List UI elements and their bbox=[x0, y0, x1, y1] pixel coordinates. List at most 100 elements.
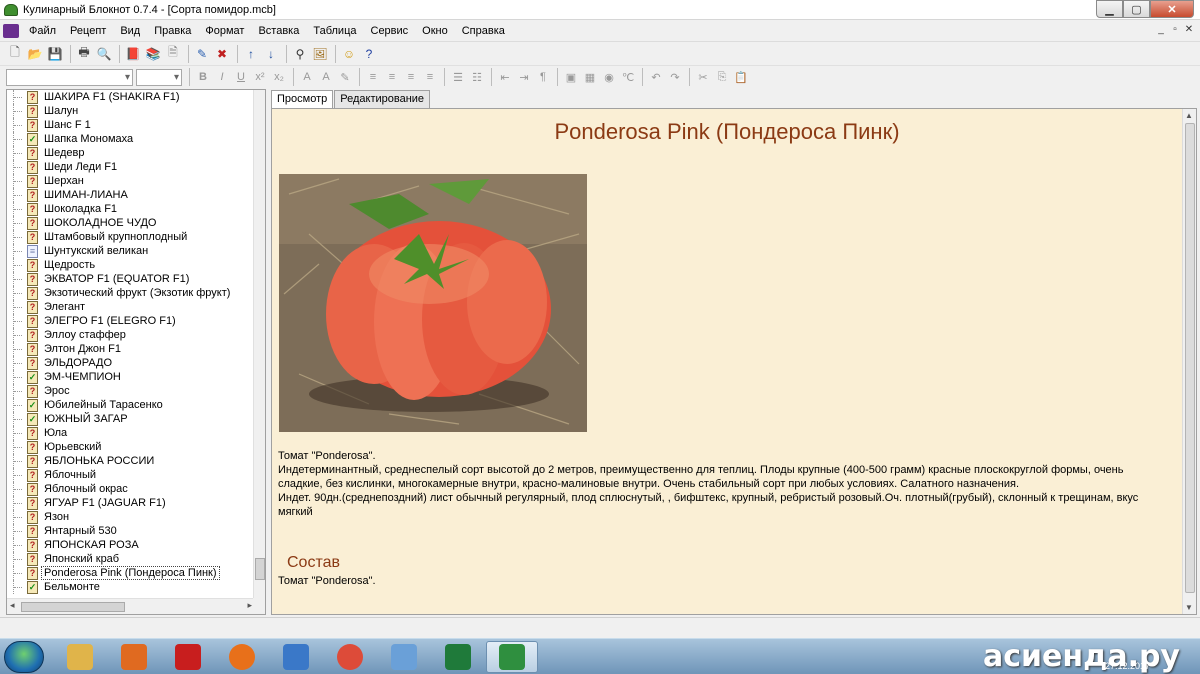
tree-item[interactable]: ✓ Шапка Мономаха bbox=[7, 132, 255, 146]
tab-view[interactable]: Просмотр bbox=[271, 90, 334, 109]
smiley-icon[interactable]: ☺ bbox=[340, 45, 358, 63]
bold-icon[interactable]: B bbox=[194, 68, 212, 86]
taskbar-app[interactable] bbox=[378, 641, 430, 673]
minimize-button[interactable]: ▁ bbox=[1096, 0, 1123, 18]
menu-item[interactable]: Правка bbox=[147, 20, 198, 42]
tree-item[interactable]: ? Юрьевский bbox=[7, 440, 255, 454]
tree-item[interactable]: ? ШИМАН-ЛИАНА bbox=[7, 188, 255, 202]
undo-icon[interactable]: ↶ bbox=[647, 68, 665, 86]
menu-item[interactable]: Формат bbox=[198, 20, 251, 42]
tree-item[interactable]: ? Элегант bbox=[7, 300, 255, 314]
tree-item[interactable]: ? Эллоу стаффер bbox=[7, 328, 255, 342]
tree-item[interactable]: ? Элтон Джон F1 bbox=[7, 342, 255, 356]
tree-item[interactable]: ✓ ЭМ-ЧЕМПИОН bbox=[7, 370, 255, 384]
tree-item[interactable]: ? ШАКИРА F1 (SHAKIRA F1) bbox=[7, 90, 255, 104]
new-file-icon[interactable]: 🗋 bbox=[6, 45, 24, 63]
menu-item[interactable]: Сервис bbox=[364, 20, 416, 42]
content-scrollbar[interactable]: ▲ ▼ bbox=[1182, 109, 1196, 614]
arrow-down-icon[interactable]: ↓ bbox=[262, 45, 280, 63]
font-size-combo[interactable] bbox=[136, 68, 182, 86]
paste-icon[interactable]: 📋 bbox=[732, 68, 750, 86]
tree-horizontal-scrollbar[interactable]: ◂ ▸ bbox=[7, 598, 255, 614]
menu-item[interactable]: Справка bbox=[455, 20, 512, 42]
align-left-icon[interactable]: ≡ bbox=[364, 68, 382, 86]
open-folder-icon[interactable]: 📂 bbox=[26, 45, 44, 63]
tree-item[interactable]: ? ЯГУАР F1 (JAGUAR F1) bbox=[7, 496, 255, 510]
tree-item[interactable]: ? Штамбовый крупноплодный bbox=[7, 230, 255, 244]
tree-item[interactable]: ? Шоколадка F1 bbox=[7, 202, 255, 216]
recipe-tree[interactable]: ? ШАКИРА F1 (SHAKIRA F1)? Шалун? Шанс F 1 ✓ Ш… bbox=[6, 89, 266, 615]
delete-icon[interactable]: ✖ bbox=[213, 45, 231, 63]
font-size-icon[interactable]: A bbox=[298, 68, 316, 86]
insert-special-icon[interactable]: ℃ bbox=[619, 68, 637, 86]
content-scroll-thumb[interactable] bbox=[1185, 123, 1195, 593]
save-icon[interactable]: 💾 bbox=[46, 45, 64, 63]
tree-item[interactable]: ? Яблочный bbox=[7, 468, 255, 482]
italic-icon[interactable]: I bbox=[213, 68, 231, 86]
tree-item[interactable]: ? Щедрость bbox=[7, 258, 255, 272]
book-icon[interactable]: 📕 bbox=[124, 45, 142, 63]
mdi-close-button[interactable]: ✕ bbox=[1182, 23, 1196, 37]
mdi-minimize-button[interactable]: _ bbox=[1154, 23, 1168, 37]
font-color-icon[interactable]: A bbox=[317, 68, 335, 86]
indent-icon[interactable]: ⇥ bbox=[515, 68, 533, 86]
document-menu-icon[interactable] bbox=[3, 23, 19, 38]
insert-table-icon[interactable]: ▦ bbox=[581, 68, 599, 86]
taskbar-app[interactable] bbox=[486, 641, 538, 673]
tree-item[interactable]: ? ЯБЛОНЬКА РОССИИ bbox=[7, 454, 255, 468]
redo-icon[interactable]: ↷ bbox=[666, 68, 684, 86]
tree-item[interactable]: ✓ Бельмонте bbox=[7, 580, 255, 594]
taskbar-app[interactable] bbox=[270, 641, 322, 673]
tree-item[interactable]: ✓ Юбилейный Тарасенко bbox=[7, 398, 255, 412]
tree-item[interactable]: ? Яблочный окрас bbox=[7, 482, 255, 496]
subscript-icon[interactable]: x₂ bbox=[270, 68, 288, 86]
highlight-icon[interactable]: ✎ bbox=[336, 68, 354, 86]
tree-item[interactable]: ? Шедевр bbox=[7, 146, 255, 160]
edit-icon[interactable]: ✎ bbox=[193, 45, 211, 63]
copy-icon[interactable]: ⎘ bbox=[713, 68, 731, 86]
tree-item[interactable]: ? Эрос bbox=[7, 384, 255, 398]
scroll-up-icon[interactable]: ▲ bbox=[1185, 111, 1193, 120]
taskbar-app[interactable] bbox=[54, 641, 106, 673]
paragraph-icon[interactable]: ¶ bbox=[534, 68, 552, 86]
menu-item[interactable]: Файл bbox=[22, 20, 63, 42]
tree-item[interactable]: ? Юла bbox=[7, 426, 255, 440]
close-button[interactable]: ✕ bbox=[1150, 0, 1194, 18]
insert-image-icon[interactable]: ▣ bbox=[562, 68, 580, 86]
outdent-icon[interactable]: ⇤ bbox=[496, 68, 514, 86]
tree-item[interactable]: ? Шанс F 1 bbox=[7, 118, 255, 132]
tab-edit[interactable]: Редактирование bbox=[334, 90, 431, 108]
maximize-button[interactable]: ▢ bbox=[1123, 0, 1150, 18]
tree-item[interactable]: ? Экзотический фрукт (Экзотик фрукт) bbox=[7, 286, 255, 300]
menu-item[interactable]: Вид bbox=[113, 20, 147, 42]
menu-item[interactable]: Таблица bbox=[306, 20, 363, 42]
print-preview-icon[interactable]: 🔍 bbox=[95, 45, 113, 63]
taskbar-app[interactable] bbox=[216, 641, 268, 673]
tree-item[interactable]: ? ЭЛЬДОРАДО bbox=[7, 356, 255, 370]
help-icon[interactable]: ? bbox=[360, 45, 378, 63]
align-right-icon[interactable]: ≡ bbox=[402, 68, 420, 86]
page-icon[interactable]: 🗎 bbox=[164, 45, 182, 63]
cut-icon[interactable]: ✂ bbox=[694, 68, 712, 86]
insert-object-icon[interactable]: ◉ bbox=[600, 68, 618, 86]
tree-item[interactable]: ? ЯПОНСКАЯ РОЗА bbox=[7, 538, 255, 552]
tree-item[interactable]: ? Японский краб bbox=[7, 552, 255, 566]
taskbar-app[interactable] bbox=[432, 641, 484, 673]
print-icon[interactable]: 🖶 bbox=[75, 45, 93, 63]
tree-item[interactable]: ≡ Шунтукский великан bbox=[7, 244, 255, 258]
tree-item[interactable]: ? ШОКОЛАДНОЕ ЧУДО bbox=[7, 216, 255, 230]
tree-scroll-thumb[interactable] bbox=[255, 558, 265, 580]
taskbar-app[interactable] bbox=[324, 641, 376, 673]
picture-icon[interactable]: 🖼 bbox=[311, 45, 329, 63]
tree-item[interactable]: ✓ ЮЖНЫЙ ЗАГАР bbox=[7, 412, 255, 426]
menu-item[interactable]: Рецепт bbox=[63, 20, 113, 42]
tree-vertical-scrollbar[interactable] bbox=[253, 90, 265, 598]
tree-item[interactable]: ? Шеди Леди F1 bbox=[7, 160, 255, 174]
scroll-down-icon[interactable]: ▼ bbox=[1185, 603, 1193, 612]
font-name-combo[interactable] bbox=[6, 68, 133, 86]
scroll-left-icon[interactable]: ◂ bbox=[10, 600, 15, 611]
tree-item[interactable]: ? Ponderosa Pink (Пондероса Пинк) bbox=[7, 566, 255, 580]
start-button[interactable] bbox=[4, 641, 44, 673]
tree-item[interactable]: ? Шерхан bbox=[7, 174, 255, 188]
justify-icon[interactable]: ≡ bbox=[421, 68, 439, 86]
